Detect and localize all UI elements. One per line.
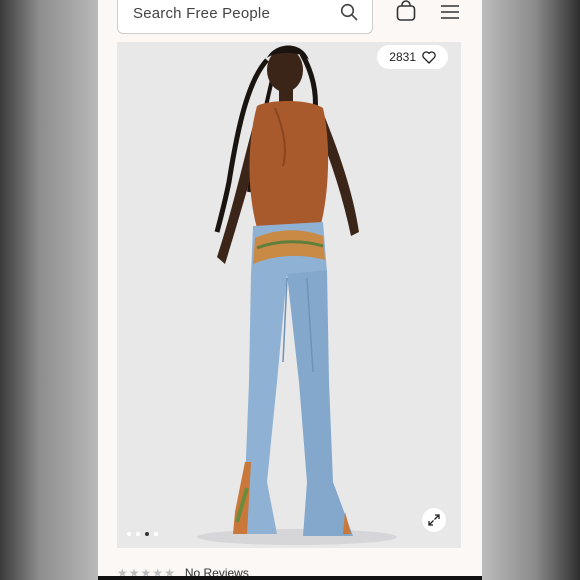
expand-button[interactable]	[422, 508, 446, 532]
shopping-bag-icon[interactable]	[395, 0, 417, 22]
expand-icon	[428, 514, 440, 526]
like-count: 2831	[389, 50, 416, 64]
carousel-dot[interactable]	[136, 532, 140, 536]
search-placeholder: Search Free People	[133, 5, 271, 22]
model-photo	[117, 42, 461, 548]
hamburger-menu-icon[interactable]	[440, 4, 460, 20]
product-image[interactable]: 2831	[117, 42, 461, 548]
carousel-dot-active[interactable]	[145, 532, 149, 536]
like-button[interactable]: 2831	[377, 45, 448, 69]
bottom-edge	[98, 576, 482, 580]
mobile-page: Search Free People 2831 ★ ★ ★ ★ ★ No Rev…	[98, 0, 482, 580]
blurred-background-right	[482, 0, 580, 580]
carousel-dot[interactable]	[127, 532, 131, 536]
carousel-dot[interactable]	[154, 532, 158, 536]
heart-icon	[422, 50, 436, 64]
carousel-indicators	[127, 532, 158, 536]
search-input[interactable]: Search Free People	[117, 0, 373, 34]
blurred-background-left	[0, 0, 98, 580]
search-icon[interactable]	[340, 3, 358, 21]
